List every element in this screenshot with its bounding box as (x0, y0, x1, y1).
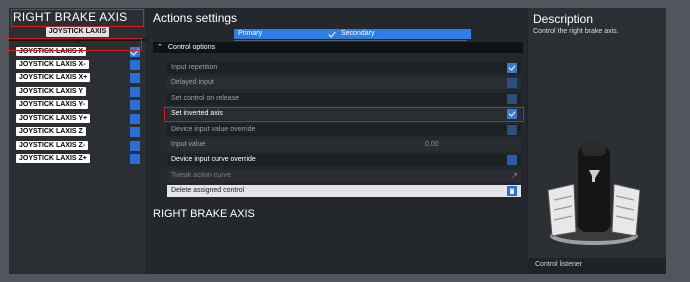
selected-row-highlight (5, 38, 142, 51)
option-set-control-on-release[interactable]: Set control on release (167, 93, 521, 105)
description-panel: Description Control the right brake axis… (528, 8, 666, 274)
inverted-axis-highlight (164, 107, 524, 122)
option-input-repetition[interactable]: Input repetition (167, 62, 521, 74)
list-item[interactable]: JOYSTICK LAXIS X- (16, 60, 140, 70)
axis-label: JOYSTICK LAXIS Z (16, 127, 86, 136)
check-icon (328, 29, 336, 38)
option-label: Device input curve override (171, 156, 256, 163)
chevron-up-icon: ⌃ (157, 44, 163, 51)
selected-axis-badge: JOYSTICK LAXIS X (46, 27, 109, 45)
list-item[interactable]: JOYSTICK LAXIS X+ (16, 73, 140, 83)
list-item[interactable]: JOYSTICK LAXIS Y- (16, 100, 140, 110)
control-listener-bar[interactable]: Control listener (528, 258, 666, 274)
option-label: Tweak action curve (171, 172, 231, 179)
axis-label: JOYSTICK LAXIS Z+ (16, 154, 90, 163)
option-device-input-curve-override[interactable]: Device input curve override (167, 154, 521, 166)
option-device-input-value-override[interactable]: Device input value override (167, 124, 521, 136)
axis-checkbox[interactable] (130, 154, 140, 164)
axis-label: JOYSTICK LAXIS Z- (16, 141, 89, 150)
tab-label: Primary (238, 30, 263, 37)
tab-underline (234, 40, 467, 41)
option-label: Input value (171, 141, 206, 148)
section-label: Control options (168, 44, 216, 51)
axis-label: JOYSTICK LAXIS Y+ (16, 114, 91, 123)
axis-label: JOYSTICK LAXIS Y- (16, 100, 88, 109)
toggle-checkbox[interactable] (507, 155, 517, 165)
tab-secondary[interactable]: Secondary (337, 29, 471, 39)
axis-checkbox[interactable] (130, 87, 140, 97)
option-input-value: Input value 0.00 (167, 139, 521, 151)
listener-label: Control listener (535, 261, 583, 268)
tab-label: Secondary (341, 30, 375, 37)
panel-title: Actions settings (153, 11, 238, 25)
list-item[interactable]: JOYSTICK LAXIS Z- (16, 141, 140, 151)
control-options-header[interactable]: ⌃ Control options (153, 42, 523, 53)
trash-icon (509, 188, 515, 194)
option-label: Set control on release (171, 95, 240, 102)
toggle-checkbox[interactable] (507, 125, 517, 135)
option-label: Delete assigned control (171, 187, 245, 194)
option-tweak-action-curve[interactable]: Tweak action curve ↗ (167, 170, 521, 182)
axis-checkbox[interactable] (130, 127, 140, 137)
toggle-checkbox[interactable] (507, 94, 517, 104)
trash-button[interactable] (507, 186, 517, 196)
axis-checkbox[interactable] (130, 73, 140, 83)
toggle-checkbox[interactable] (507, 78, 517, 88)
list-item[interactable]: JOYSTICK LAXIS Z+ (16, 154, 140, 164)
axis-label: JOYSTICK LAXIS X+ (16, 73, 91, 82)
description-title: Description (533, 12, 594, 26)
list-item[interactable]: JOYSTICK LAXIS Y (16, 87, 140, 97)
option-delayed-input[interactable]: Delayed input (167, 77, 521, 89)
axis-checkbox[interactable] (130, 60, 140, 70)
description-text: Control the right brake axis. (533, 28, 619, 35)
input-value-field: 0.00 (425, 141, 439, 148)
axis-label: JOYSTICK LAXIS Y (16, 87, 87, 96)
delete-assigned-control-button[interactable]: Delete assigned control (167, 185, 521, 197)
list-item[interactable]: JOYSTICK LAXIS Y+ (16, 114, 140, 124)
check-icon (508, 63, 516, 71)
toggle-checkbox[interactable] (507, 63, 517, 73)
rudder-pedals-image (547, 142, 641, 245)
option-label: Delayed input (171, 79, 214, 86)
option-label: Input repetition (171, 64, 218, 71)
option-label: Device input value override (171, 126, 256, 133)
axis-checkbox[interactable] (130, 100, 140, 110)
axis-checkbox[interactable] (130, 114, 140, 124)
list-item[interactable]: JOYSTICK LAXIS Z (16, 127, 140, 137)
axis-label: JOYSTICK LAXIS X- (16, 60, 89, 69)
actions-settings-panel: Actions settings Primary Secondary ⌃ Con… (147, 8, 527, 274)
open-icon: ↗ (511, 171, 518, 180)
axis-checkbox[interactable] (130, 141, 140, 151)
tab-primary[interactable]: Primary (234, 29, 339, 39)
binding-title: RIGHT BRAKE AXIS (153, 208, 255, 220)
left-title: RIGHT BRAKE AXIS (13, 10, 128, 24)
